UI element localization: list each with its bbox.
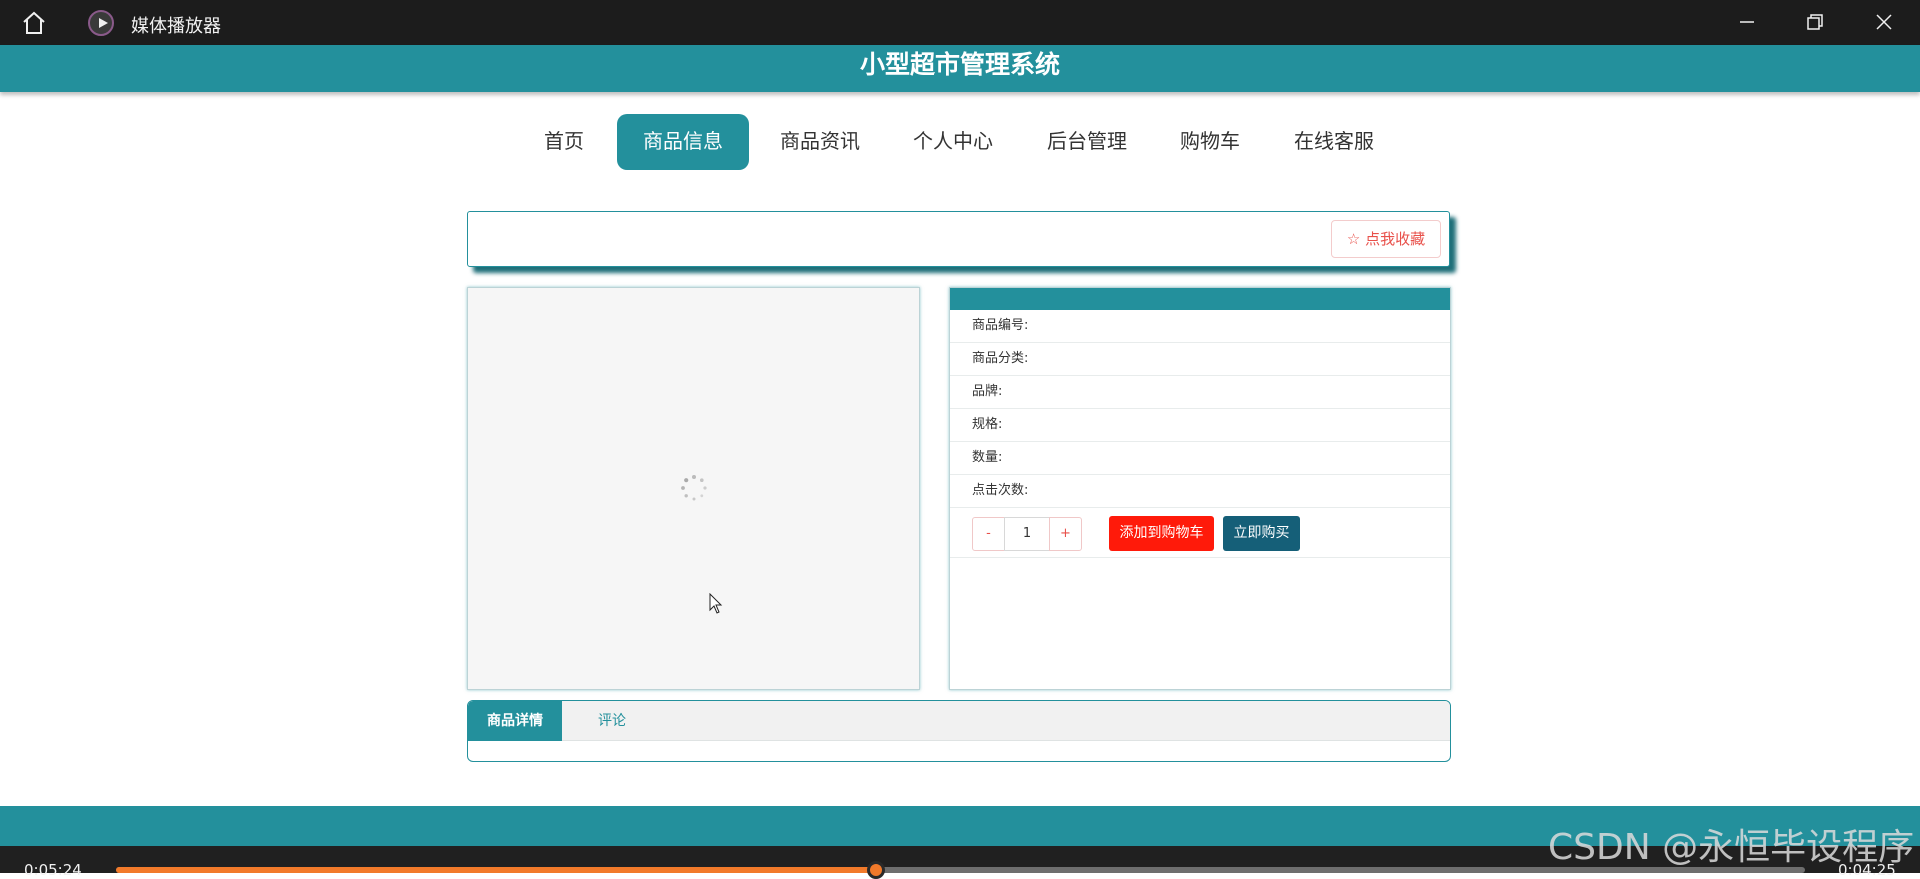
nav-item-personal-center[interactable]: 个人中心	[903, 114, 1003, 170]
product-info-panel: 商品编号: 商品分类: 品牌: 规格: 数量: 点击次数: - 1 + 添加到购…	[949, 287, 1451, 690]
add-to-cart-button[interactable]: 添加到购物车	[1109, 516, 1214, 551]
nav-item-admin[interactable]: 后台管理	[1037, 114, 1137, 170]
site-header: 小型超市管理系统	[0, 45, 1920, 92]
loading-spinner-icon	[681, 475, 707, 501]
tab-comments[interactable]: 评论	[562, 701, 662, 741]
main-nav: 首页 商品信息 商品资讯 个人中心 后台管理 购物车 在线客服	[0, 114, 1920, 170]
collect-button-label: 点我收藏	[1365, 230, 1426, 248]
product-image-panel	[467, 287, 920, 690]
buy-now-button[interactable]: 立即购买	[1223, 516, 1300, 551]
field-click-count: 点击次数:	[950, 475, 1450, 508]
elapsed-time: 0:05:24	[24, 861, 82, 879]
maximize-icon[interactable]	[1805, 12, 1825, 32]
purchase-row: - 1 + 添加到购物车 立即购买	[950, 508, 1450, 558]
field-product-category: 商品分类:	[950, 343, 1450, 376]
site-title: 小型超市管理系统	[859, 50, 1060, 79]
field-spec: 规格:	[950, 409, 1450, 442]
field-product-id: 商品编号:	[950, 310, 1450, 343]
watermark: CSDN @永恒毕设程序	[1548, 827, 1915, 868]
minimize-icon[interactable]	[1737, 12, 1757, 32]
mouse-cursor-icon	[709, 593, 723, 614]
nav-item-home[interactable]: 首页	[532, 114, 596, 170]
quantity-increment-button[interactable]: +	[1049, 517, 1082, 551]
quantity-decrement-button[interactable]: -	[972, 517, 1005, 551]
nav-item-product-news[interactable]: 商品资讯	[770, 114, 870, 170]
star-outline-icon: ☆	[1346, 230, 1361, 248]
window-title: 媒体播放器	[131, 16, 221, 37]
info-panel-header	[950, 288, 1450, 310]
tabs-bar: 商品详情 评论	[468, 701, 1450, 741]
collect-bar: ☆ 点我收藏	[467, 211, 1450, 267]
nav-item-product-info[interactable]: 商品信息	[617, 114, 749, 170]
progress-knob[interactable]	[867, 861, 886, 879]
nav-item-customer-service[interactable]: 在线客服	[1284, 114, 1384, 170]
progress-fill	[116, 867, 877, 873]
nav-item-cart[interactable]: 购物车	[1172, 114, 1248, 170]
collect-button[interactable]: ☆ 点我收藏	[1331, 220, 1441, 258]
window-title-bar: 媒体播放器	[0, 0, 1920, 45]
quantity-input[interactable]: 1	[1004, 517, 1050, 551]
field-brand: 品牌:	[950, 376, 1450, 409]
field-quantity: 数量:	[950, 442, 1450, 475]
close-icon[interactable]	[1874, 12, 1894, 32]
product-tabs-panel: 商品详情 评论	[467, 700, 1451, 762]
home-icon[interactable]	[20, 9, 48, 37]
tab-product-details[interactable]: 商品详情	[468, 701, 562, 741]
media-player-icon	[88, 10, 114, 36]
